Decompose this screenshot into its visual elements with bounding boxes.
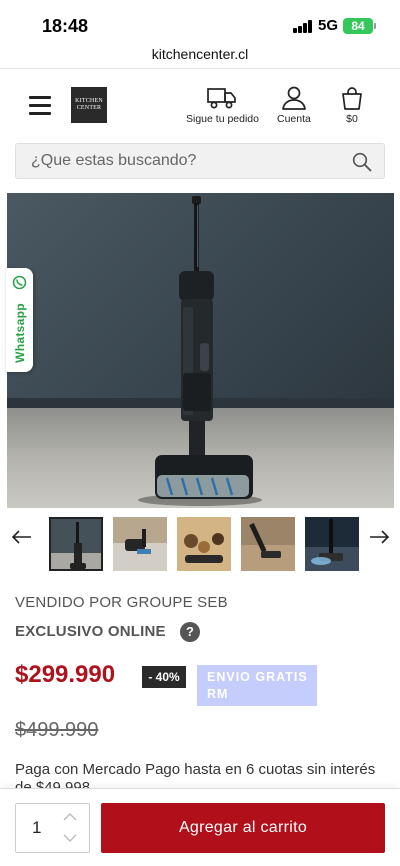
seller-label: VENDIDO POR GROUPE SEB xyxy=(15,594,228,611)
cellular-signal-icon xyxy=(293,20,313,33)
cart-button[interactable]: $0 xyxy=(339,86,365,125)
status-bar: 18:48 5G 84 kitchencenter.cl xyxy=(0,0,400,70)
clock: 18:48 xyxy=(42,16,89,36)
thumbnail-4[interactable] xyxy=(241,517,295,571)
vacuum-cleaner-image xyxy=(138,196,262,506)
user-icon xyxy=(282,86,306,110)
thumbnail-2[interactable] xyxy=(113,517,167,571)
search-input[interactable] xyxy=(16,144,346,178)
chevron-up-icon[interactable] xyxy=(63,812,77,821)
product-main-image[interactable] xyxy=(7,193,394,508)
track-order-label: Sigue tu pedido xyxy=(186,113,259,125)
arrow-right-icon[interactable] xyxy=(369,530,389,544)
whatsapp-button[interactable]: Whatsapp xyxy=(6,268,33,372)
truck-icon xyxy=(207,88,237,109)
thumbnail-3[interactable] xyxy=(177,517,231,571)
discount-badge: - 40% xyxy=(142,666,186,688)
search-bar xyxy=(15,143,385,179)
account-label: Cuenta xyxy=(277,113,311,125)
menu-icon[interactable] xyxy=(29,96,53,116)
address-bar[interactable]: kitchencenter.cl xyxy=(0,46,400,62)
whatsapp-icon xyxy=(12,275,27,290)
add-to-cart-button[interactable]: Agregar al carrito xyxy=(101,803,385,853)
shopping-bag-icon xyxy=(342,87,362,110)
thumbnail-1[interactable] xyxy=(49,517,103,571)
free-shipping-badge: ENVIO GRATIS RM xyxy=(197,665,317,706)
add-to-cart-bar: 1 Agregar al carrito xyxy=(0,788,400,866)
divider xyxy=(0,68,400,69)
help-icon[interactable]: ? xyxy=(180,622,200,642)
battery-icon: 84 xyxy=(343,18,376,34)
exclusive-online-label: EXCLUSIVO ONLINE xyxy=(15,623,166,640)
thumbnail-strip xyxy=(0,514,400,574)
whatsapp-label: Whatsapp xyxy=(13,303,27,363)
current-price: $299.990 xyxy=(15,661,116,688)
original-price: $499.990 xyxy=(15,719,99,741)
logo[interactable]: KITCHEN CENTER xyxy=(71,87,107,123)
arrow-left-icon[interactable] xyxy=(12,530,32,544)
thumbnail-5[interactable] xyxy=(305,517,359,571)
quantity-stepper[interactable]: 1 xyxy=(15,803,90,853)
network-type: 5G xyxy=(318,17,339,34)
site-header: KITCHEN CENTER Sigue tu pedido Cuenta $0 xyxy=(0,78,400,138)
account-button[interactable]: Cuenta xyxy=(277,86,311,125)
quantity-value[interactable]: 1 xyxy=(32,818,41,838)
chevron-down-icon[interactable] xyxy=(63,834,77,843)
cart-total: $0 xyxy=(346,113,358,125)
search-icon[interactable] xyxy=(352,152,372,172)
track-order-button[interactable]: Sigue tu pedido xyxy=(186,86,259,125)
